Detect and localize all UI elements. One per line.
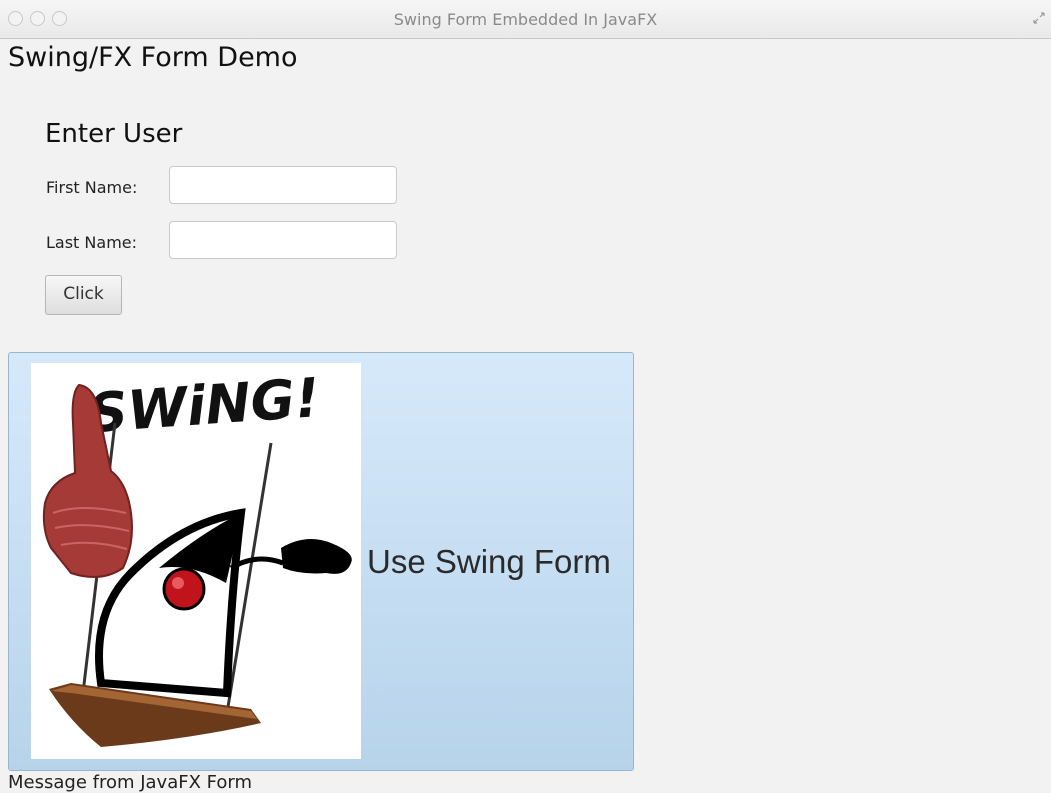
duke-swing-image: SWiNG!	[31, 363, 361, 759]
app-heading: Swing/FX Form Demo	[8, 42, 298, 73]
first-name-input[interactable]	[169, 166, 397, 204]
form-title: Enter User	[45, 119, 183, 149]
first-name-label: First Name:	[46, 178, 138, 197]
last-name-input[interactable]	[169, 221, 397, 259]
fullscreen-icon[interactable]	[1033, 12, 1045, 24]
window-titlebar: Swing Form Embedded In JavaFX	[0, 0, 1051, 39]
use-swing-form-label: Use Swing Form	[367, 543, 611, 580]
window-title: Swing Form Embedded In JavaFX	[393, 10, 658, 29]
click-button[interactable]: Click	[45, 275, 122, 315]
swing-logo-text: SWiNG!	[87, 366, 322, 445]
use-swing-form-button[interactable]: SWiNG! Use Swing Form	[8, 352, 634, 771]
status-message: Message from JavaFX Form	[8, 772, 252, 793]
last-name-label: Last Name:	[46, 233, 138, 252]
